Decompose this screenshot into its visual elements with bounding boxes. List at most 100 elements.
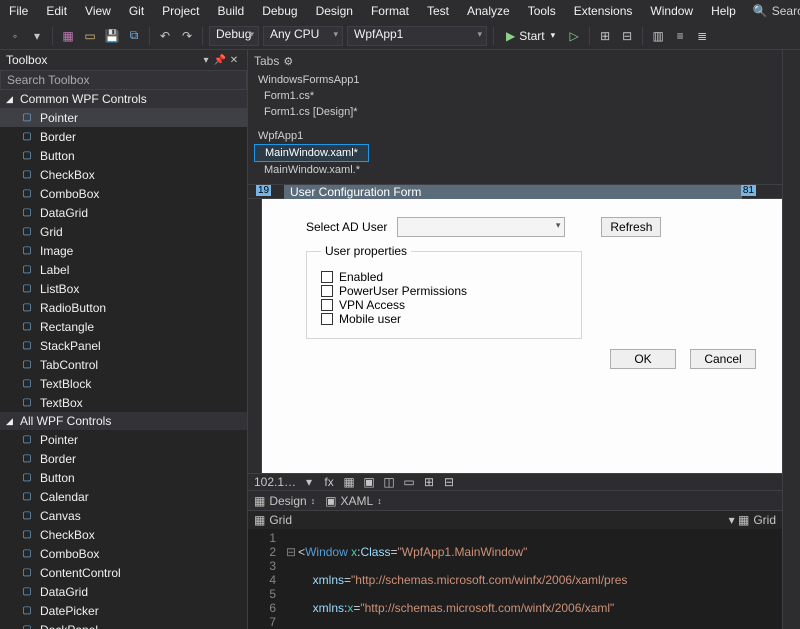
start-nodebug-icon[interactable]: ▷ [565,27,583,45]
close-icon[interactable]: ✕ [227,55,241,66]
checkbox-row[interactable]: PowerUser Permissions [321,284,567,298]
save-all-icon[interactable]: ⧉ [125,27,143,45]
toolbox-item[interactable]: ▢ComboBox [0,544,247,563]
tab-file[interactable]: Form1.cs* [254,88,776,104]
toolbox-item[interactable]: ▢Button [0,146,247,165]
menu-extensions[interactable]: Extensions [567,2,640,20]
zoom-icon-3[interactable]: ◫ [382,475,396,489]
toolbox-item[interactable]: ▢ComboBox [0,184,247,203]
toolbox-item[interactable]: ▢TextBlock [0,374,247,393]
toolbox-item[interactable]: ▢Pointer [0,430,247,449]
platform-combo[interactable]: Any CPU [263,26,343,46]
zoom-icon-5[interactable]: ⊞ [422,475,436,489]
toolbox-item[interactable]: ▢Label [0,260,247,279]
tab-file[interactable]: MainWindow.xaml.* [254,162,776,178]
zoom-icon-2[interactable]: ▣ [362,475,376,489]
toolbox-item[interactable]: ▢Border [0,449,247,468]
grid-right-combo[interactable]: ▾ ▦ Grid [729,513,776,527]
cancel-button[interactable]: Cancel [690,349,756,369]
zoom-dropdown-icon[interactable]: ▾ [302,475,316,489]
search-box[interactable]: 🔍 Search ▾ [753,4,800,18]
toolbox-item[interactable]: ▢DatePicker [0,601,247,620]
redo-icon[interactable]: ↷ [178,27,196,45]
toolbox-item[interactable]: ▢Image [0,241,247,260]
toolbox-item[interactable]: ▢CheckBox [0,165,247,184]
misc-icon-1[interactable]: ⊞ [596,27,614,45]
toolbox-item[interactable]: ▢Rectangle [0,317,247,336]
refresh-button[interactable]: Refresh [601,217,661,237]
open-icon[interactable]: ▭ [81,27,99,45]
gear-icon[interactable]: ⚙ [283,55,293,68]
dropdown-icon[interactable]: ▾ [199,55,213,66]
save-icon[interactable]: 💾 [103,27,121,45]
checkbox-row[interactable]: Mobile user [321,312,567,326]
undo-icon[interactable]: ↶ [156,27,174,45]
checkbox-row[interactable]: Enabled [321,270,567,284]
menu-project[interactable]: Project [155,2,206,20]
toolbox-item[interactable]: ▢DataGrid [0,203,247,222]
tab-group[interactable]: WindowsFormsApp1 [254,72,776,88]
toolbox-item[interactable]: ▢ListBox [0,279,247,298]
menu-analyze[interactable]: Analyze [460,2,517,20]
ok-button[interactable]: OK [610,349,676,369]
toolbox-item[interactable]: ▢Pointer [0,108,247,127]
toolbox-item[interactable]: ▢Grid [0,222,247,241]
menu-edit[interactable]: Edit [39,2,74,20]
menu-view[interactable]: View [78,2,118,20]
menu-design[interactable]: Design [309,2,360,20]
xaml-tab[interactable]: ▣XAML↕ [325,494,382,508]
menu-file[interactable]: File [2,2,35,20]
toolbox-item[interactable]: ▢RadioButton [0,298,247,317]
toolbox-search-input[interactable]: Search Toolbox [0,70,247,90]
zoom-icon-4[interactable]: ▭ [402,475,416,489]
menu-format[interactable]: Format [364,2,416,20]
tab-file[interactable]: MainWindow.xaml* [254,144,369,162]
menu-debug[interactable]: Debug [255,2,304,20]
align-icon-2[interactable]: ≡ [671,27,689,45]
zoom-value[interactable]: 102.1… [254,475,296,489]
menu-test[interactable]: Test [420,2,456,20]
start-button[interactable]: ▶Start▾ [500,29,561,43]
pin-icon[interactable]: 📌 [213,55,227,66]
code-area[interactable]: ⊟<Window x:Class="WpfApp1.MainWindow" xm… [282,529,782,629]
fx-icon[interactable]: fx [322,475,336,489]
checkbox-row[interactable]: VPN Access [321,298,567,312]
nav-back-button[interactable]: ◦ [6,27,24,45]
right-panel-track[interactable] [782,50,800,629]
toolbox-group[interactable]: ◢All WPF Controls [0,412,247,430]
form-canvas[interactable]: Select AD User Refresh User properties E… [262,199,782,473]
menu-git[interactable]: Git [122,2,151,20]
toolbox-item[interactable]: ▢Border [0,127,247,146]
designer-surface[interactable]: 19 User Configuration Form 81 Select AD … [248,185,782,473]
toolbox-item[interactable]: ▢TabControl [0,355,247,374]
menu-build[interactable]: Build [211,2,252,20]
startup-combo[interactable]: WpfApp1 [347,26,487,46]
config-combo[interactable]: Debug [209,26,259,46]
zoom-icon-1[interactable]: ▦ [342,475,356,489]
tab-file[interactable]: Form1.cs [Design]* [254,104,776,120]
new-project-icon[interactable]: ▦ [59,27,77,45]
toolbox-item[interactable]: ▢CheckBox [0,525,247,544]
align-icon-3[interactable]: ≣ [693,27,711,45]
nav-fwd-button[interactable]: ▾ [28,27,46,45]
toolbox-item[interactable]: ▢StackPanel [0,336,247,355]
toolbox-item[interactable]: ▢Calendar [0,487,247,506]
align-icon-1[interactable]: ▥ [649,27,667,45]
toolbox-item[interactable]: ▢TextBox [0,393,247,412]
toolbox-item[interactable]: ▢ContentControl [0,563,247,582]
toolbox-item[interactable]: ▢Canvas [0,506,247,525]
menu-help[interactable]: Help [704,2,743,20]
toolbox-item[interactable]: ▢DockPanel [0,620,247,629]
xaml-editor[interactable]: 12345678 ⊟<Window x:Class="WpfApp1.MainW… [248,529,782,629]
design-tab[interactable]: ▦Design↕ [254,494,315,508]
select-user-combo[interactable] [397,217,565,237]
toolbox-item[interactable]: ▢Button [0,468,247,487]
menu-window[interactable]: Window [643,2,700,20]
toolbox-group[interactable]: ◢Common WPF Controls [0,90,247,108]
menu-tools[interactable]: Tools [521,2,563,20]
grid-left-combo[interactable]: ▦ Grid [254,513,292,527]
tab-group[interactable]: WpfApp1 [254,128,776,144]
misc-icon-2[interactable]: ⊟ [618,27,636,45]
zoom-icon-6[interactable]: ⊟ [442,475,456,489]
toolbox-item[interactable]: ▢DataGrid [0,582,247,601]
